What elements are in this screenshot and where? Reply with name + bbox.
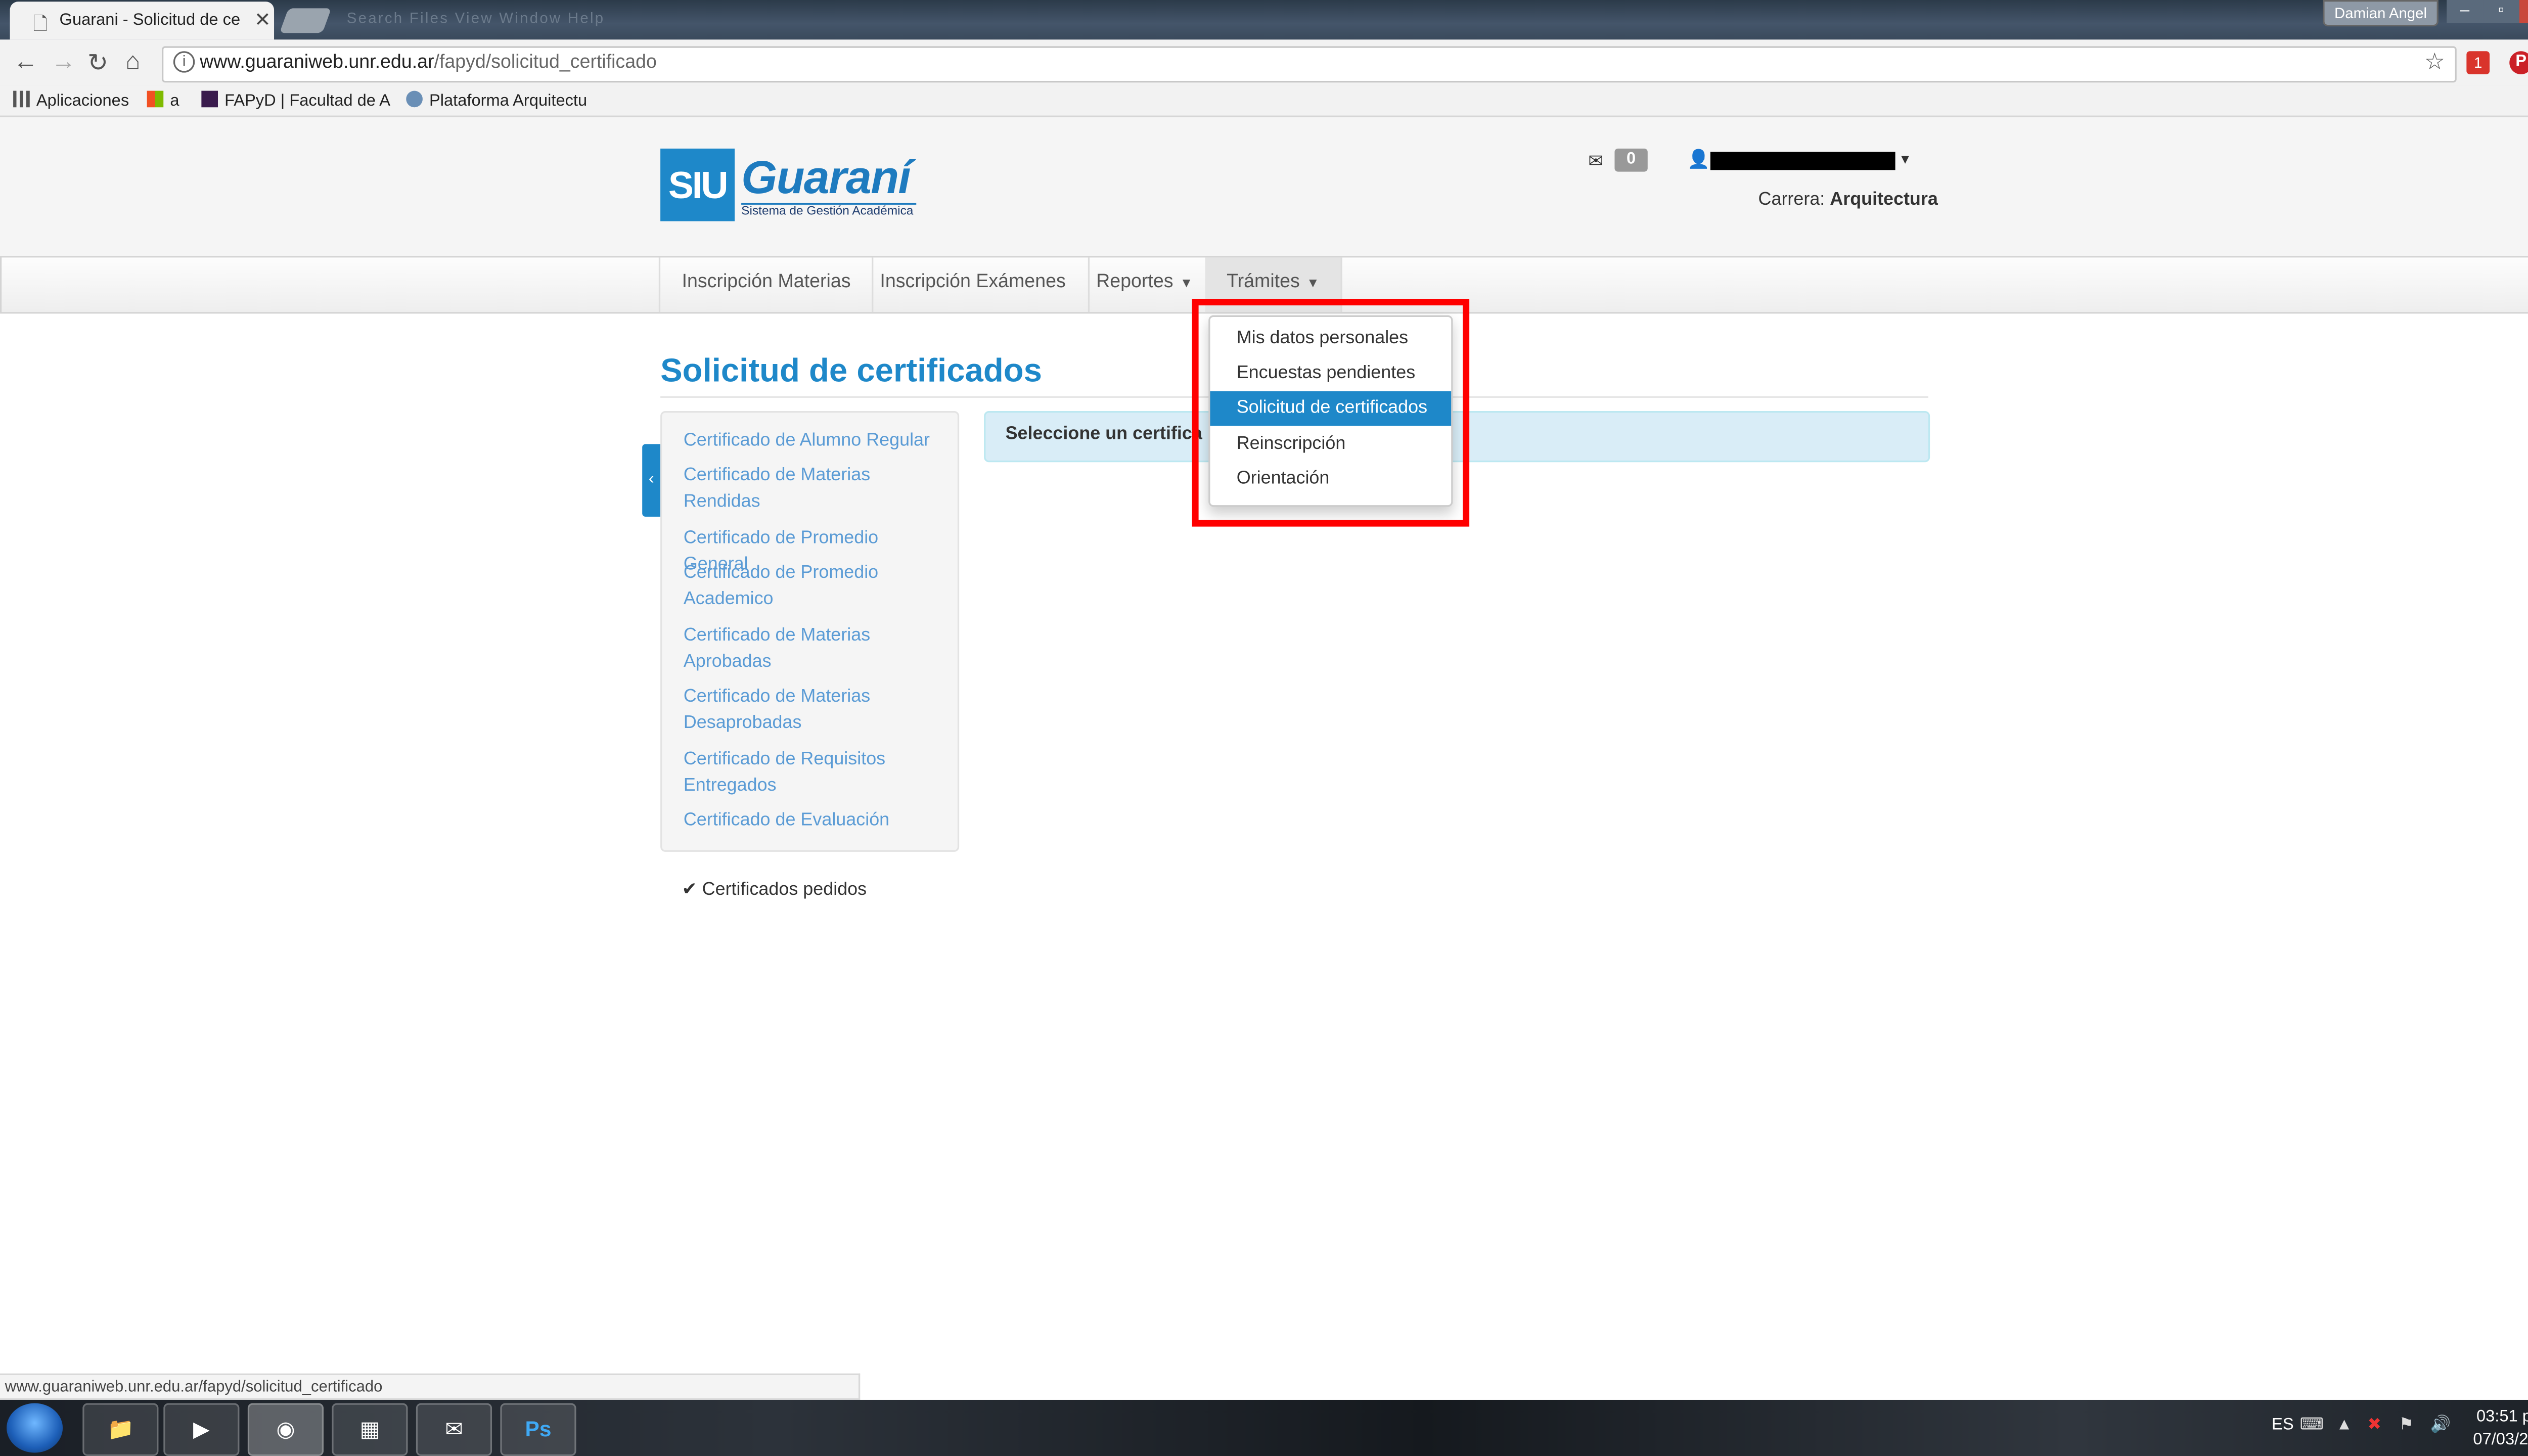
home-icon[interactable]: ⌂	[125, 48, 141, 76]
pinterest-icon[interactable]: P	[2509, 51, 2528, 74]
browser-profile-button[interactable]: Damian Angel	[2323, 0, 2439, 27]
sidebar-link-alumno-regular[interactable]: Certificado de Alumno Regular	[684, 428, 947, 454]
user-icon: 👤	[1687, 150, 1710, 170]
bookmark-plataforma[interactable]: Plataforma Arquitectu	[406, 90, 588, 111]
keyboard-icon[interactable]: ⌨	[2300, 1417, 2324, 1435]
carrera-info: Carrera: Arquitectura	[1758, 190, 1938, 210]
url-text: www.guaraniweb.unr.edu.ar/fapyd/solicitu…	[200, 53, 657, 73]
windows-logo-icon	[147, 90, 164, 108]
bookmark-label: a	[170, 92, 179, 111]
site-info-icon[interactable]: i	[173, 51, 195, 73]
apps-grid-icon	[13, 90, 30, 108]
siu-logo-box[interactable]: SIU	[660, 148, 735, 221]
network-error-icon[interactable]: ✖	[2367, 1417, 2381, 1435]
photoshop-icon[interactable]: Ps	[500, 1403, 576, 1456]
bookmark-label: FAPyD | Facultad de A	[224, 92, 391, 111]
tray-expand-icon[interactable]: ▲	[2336, 1417, 2352, 1435]
browser-tab-active[interactable]: 🗋 Guarani - Solicitud de ce ✕	[10, 2, 275, 40]
sidebar-link-materias-rendidas[interactable]: Certificado de Materias Rendidas	[684, 462, 947, 515]
certificates-sidebar: Certificado de Alumno Regular Certificad…	[660, 411, 960, 852]
maximize-icon[interactable]: ▫	[2483, 0, 2519, 23]
check-icon: ✔	[682, 880, 697, 900]
nav-inscripcion-materias[interactable]: Inscripción Materias	[658, 257, 874, 312]
bookmarks-bar: Aplicaciones a FAPyD | Facultad de A Pla…	[0, 85, 2528, 117]
back-icon[interactable]: ←	[13, 48, 38, 76]
flag-icon[interactable]: ⚑	[2399, 1417, 2413, 1435]
sidebar-link-materias-aprobadas[interactable]: Certificado de Materias Aprobadas	[684, 622, 947, 675]
clock-date[interactable]: 07/03/2017	[2473, 1431, 2528, 1449]
extension-icon[interactable]: 1	[2466, 51, 2490, 74]
page-icon: 🗋	[33, 15, 48, 35]
sidebar-link-materias-desaprobadas[interactable]: Certificado de Materias Desaprobadas	[684, 684, 947, 736]
chrome-icon[interactable]: ◉	[247, 1403, 324, 1456]
collapse-sidebar-icon[interactable]: ‹	[642, 444, 661, 517]
bookmark-star-icon[interactable]: ☆	[2424, 48, 2445, 76]
envelope-icon[interactable]: ✉	[1588, 150, 1603, 171]
fapyd-favicon-icon	[201, 90, 218, 108]
media-player-icon[interactable]: ▶	[163, 1403, 240, 1456]
tab-title: Guarani - Solicitud de ce	[59, 11, 241, 30]
alert-text: Seleccione un certifica	[1005, 424, 1202, 444]
certificados-pedidos-label: Certificados pedidos	[702, 880, 867, 900]
user-menu-caret-icon[interactable]: ▼	[1899, 152, 1912, 166]
logo-subtitle: Sistema de Gestión Académica	[741, 203, 914, 218]
calculator-icon[interactable]: ▦	[332, 1403, 408, 1456]
messages-count-badge[interactable]: 0	[1614, 148, 1648, 172]
window-close-icon[interactable]: ✕	[2519, 0, 2528, 23]
caret-down-icon: ▼	[1180, 276, 1193, 291]
app-header	[0, 117, 2528, 256]
bookmark-a[interactable]: a	[147, 90, 179, 111]
tab-close-icon[interactable]: ✕	[254, 8, 271, 31]
page-title: Solicitud de certificados	[660, 353, 1042, 390]
sidebar-link-requisitos-entregados[interactable]: Certificado de Requisitos Entregados	[684, 746, 947, 799]
user-name-redacted[interactable]	[1710, 152, 1895, 170]
language-indicator[interactable]: ES	[2272, 1417, 2294, 1435]
bookmark-fapyd[interactable]: FAPyD | Facultad de A	[201, 90, 391, 111]
new-tab-button[interactable]	[279, 8, 332, 33]
reload-icon[interactable]: ↻	[87, 48, 108, 78]
moodle-favicon-icon	[406, 90, 423, 108]
start-button-icon[interactable]	[7, 1403, 63, 1453]
forward-icon[interactable]: →	[51, 48, 76, 76]
sidebar-link-evaluacion[interactable]: Certificado de Evaluación	[684, 807, 947, 834]
file-explorer-icon[interactable]: 📁	[82, 1403, 159, 1456]
annotation-highlight-box	[1192, 299, 1470, 527]
bookmark-label: Aplicaciones	[36, 92, 129, 111]
nav-inscripcion-examenes[interactable]: Inscripción Exámenes	[859, 257, 1089, 312]
caret-down-icon: ▼	[1306, 276, 1320, 291]
sidebar-link-promedio-academico[interactable]: Certificado de Promedio Academico	[684, 560, 947, 612]
certificados-pedidos-link[interactable]: ✔ Certificados pedidos	[682, 878, 867, 899]
clock-time[interactable]: 03:51 p.m.	[2476, 1408, 2528, 1426]
background-window-menu: Search Files View Window Help	[346, 10, 605, 27]
address-bar[interactable]: i www.guaraniweb.unr.edu.ar/fapyd/solici…	[161, 46, 2457, 83]
minimize-icon[interactable]: –	[2447, 0, 2484, 23]
browser-status-bar: www.guaraniweb.unr.edu.ar/fapyd/solicitu…	[0, 1373, 861, 1400]
bookmark-apps[interactable]: Aplicaciones	[13, 90, 129, 111]
bookmark-label: Plataforma Arquitectu	[429, 92, 588, 111]
thunderbird-icon[interactable]: ✉	[416, 1403, 492, 1456]
guarani-logo-word: Guaraní	[741, 152, 911, 203]
volume-icon[interactable]: 🔊	[2430, 1417, 2451, 1435]
